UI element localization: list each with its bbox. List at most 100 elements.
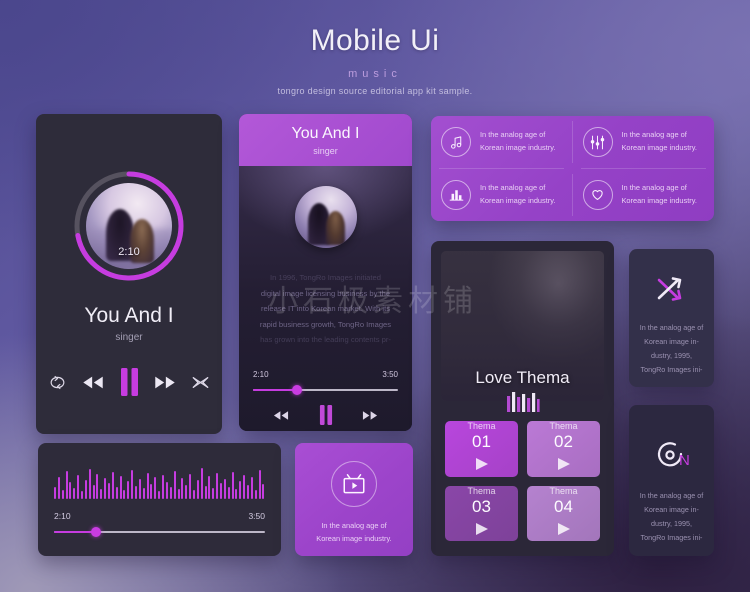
- info-line: In the analog age of: [639, 491, 704, 500]
- waveform-bar: [208, 476, 211, 499]
- waveform-bar: [243, 475, 246, 499]
- waveform-visualizer: [54, 465, 265, 499]
- detail-time-row: 2:10 3:50: [253, 370, 398, 379]
- waveform-bar: [216, 473, 219, 499]
- info-line: TongRo Images ini-: [640, 533, 703, 543]
- waveform-bar: [54, 487, 56, 499]
- waveform-bar: [57, 477, 60, 499]
- waveform-bar: [169, 487, 172, 499]
- feature-text: In the analog age of Korean image industr…: [621, 130, 697, 153]
- page-header: Mobile Ui music tongro design source edi…: [0, 24, 750, 96]
- waveform-bar: [258, 470, 261, 499]
- thema-tile-label: Thema: [467, 421, 496, 432]
- waveform-bar: [177, 489, 180, 499]
- waveform-bar: [254, 490, 257, 499]
- detail-playback-controls: [273, 402, 378, 428]
- play-icon[interactable]: [474, 522, 490, 541]
- repeat-icon[interactable]: [48, 373, 67, 392]
- description-line: has grown into the leading contents pr-: [260, 335, 391, 345]
- waveform-bar: [173, 471, 176, 499]
- waveform-bar: [158, 491, 161, 499]
- waveform-progress-slider[interactable]: [54, 527, 265, 537]
- heart-icon: [582, 179, 613, 210]
- waveform-bar: [108, 483, 111, 499]
- waveform-bar: [162, 475, 165, 499]
- waveform-bar: [165, 482, 168, 499]
- forward-icon[interactable]: [154, 375, 176, 390]
- waveform-bar: [92, 485, 95, 499]
- video-feature-card[interactable]: In the analog age of Korean image industr…: [295, 443, 413, 556]
- waveform-time-row: 2:10 3:50: [54, 511, 265, 521]
- play-icon[interactable]: [474, 457, 490, 476]
- thema-tile-label: Thema: [549, 485, 578, 496]
- info-line: TongRo Images ini-: [640, 365, 703, 375]
- power-info-text: In the analog age of Korean image in-dust…: [638, 489, 705, 545]
- shuffle-icon[interactable]: [191, 373, 210, 392]
- love-thema-card: Love Thema Thema 01 Thema 02 Thema 03 Thema 04: [431, 241, 614, 556]
- info-line: dustry, 1995,: [650, 351, 693, 361]
- page-subtitle: music: [348, 68, 402, 80]
- info-line: In the analog age of: [639, 323, 704, 332]
- waveform-bar: [196, 480, 199, 499]
- thema-tile[interactable]: Thema 03: [445, 485, 518, 541]
- circular-player-card: 2:10 You And I singer: [36, 114, 222, 434]
- shuffle-icon: [629, 275, 714, 303]
- description-line: rapid business growth, TongRo Images: [259, 319, 392, 329]
- feature-cell-music[interactable]: In the analog age of Korean image industr…: [431, 116, 573, 169]
- detail-total-time: 3:50: [382, 370, 398, 379]
- waveform-bar: [65, 471, 68, 499]
- thema-tile[interactable]: Thema 01: [445, 421, 518, 477]
- description-line: release IT into Korean market. With its: [260, 304, 390, 314]
- thema-tile-number: 03: [472, 496, 491, 516]
- feature-cell-equalizer[interactable]: In the analog age of Korean image industr…: [573, 116, 715, 169]
- power-info-card[interactable]: N In the analog age of Korean image in-du…: [629, 405, 714, 556]
- equalizer-bars-icon: [431, 392, 614, 412]
- waveform-total-time: 3:50: [248, 511, 265, 521]
- music-note-icon: [441, 127, 471, 158]
- shuffle-info-card[interactable]: In the analog age of Korean image in-dust…: [629, 249, 714, 387]
- feature-cell-heart[interactable]: In the analog age of Korean image industr…: [573, 169, 715, 222]
- feature-cell-chart[interactable]: In the analog age of Korean image industr…: [431, 169, 573, 222]
- waveform-bar: [204, 486, 207, 499]
- thema-tile-number: 04: [554, 496, 573, 516]
- thema-tile-grid: Thema 01 Thema 02 Thema 03 Thema 04: [445, 421, 600, 541]
- pause-icon[interactable]: [319, 405, 333, 425]
- rewind-icon[interactable]: [82, 375, 104, 390]
- shuffle-info-text: In the analog age of Korean image in-dust…: [638, 321, 705, 377]
- feature-text: In the analog age of Korean image industr…: [480, 182, 556, 205]
- detail-album-art: [294, 186, 357, 248]
- circular-progress[interactable]: 2:10: [69, 166, 189, 286]
- album-art: 2:10: [86, 183, 172, 269]
- rewind-icon[interactable]: [273, 410, 289, 421]
- waveform-bar: [146, 473, 149, 499]
- bar-chart-icon: [441, 179, 471, 210]
- waveform-bar: [219, 483, 222, 499]
- thema-tile[interactable]: Thema 04: [527, 485, 600, 541]
- feature-grid: In the analog age of Korean image industr…: [431, 116, 714, 221]
- forward-icon[interactable]: [362, 410, 378, 421]
- description-line: In 1996, TongRo Images initiated: [270, 273, 381, 282]
- page-title: Mobile Ui: [310, 24, 440, 57]
- thema-tile-number: 01: [472, 432, 491, 452]
- waveform-bar: [119, 476, 122, 499]
- thema-tile[interactable]: Thema 02: [527, 421, 600, 477]
- svg-text:N: N: [679, 452, 690, 469]
- info-line: Korean image in-: [644, 505, 699, 515]
- waveform-bar: [185, 485, 188, 499]
- info-line: Korean image in-: [644, 337, 699, 347]
- waveform-bar: [231, 472, 234, 499]
- waveform-bar: [212, 488, 215, 499]
- waveform-bar: [73, 488, 76, 499]
- waveform-bar: [123, 490, 126, 499]
- play-icon[interactable]: [556, 457, 572, 476]
- waveform-card: 2:10 3:50: [38, 443, 281, 556]
- feature-text: In the analog age of Korean image industr…: [480, 130, 556, 153]
- play-icon[interactable]: [556, 522, 572, 541]
- waveform-bar: [154, 477, 157, 499]
- tv-play-icon: [331, 461, 377, 507]
- detail-progress-slider[interactable]: [253, 385, 398, 395]
- pause-icon[interactable]: [120, 368, 139, 396]
- waveform-bar: [192, 490, 195, 499]
- detail-player-body: In 1996, TongRo Images initiated digital …: [239, 166, 412, 431]
- detail-track-title: You And I: [291, 124, 360, 142]
